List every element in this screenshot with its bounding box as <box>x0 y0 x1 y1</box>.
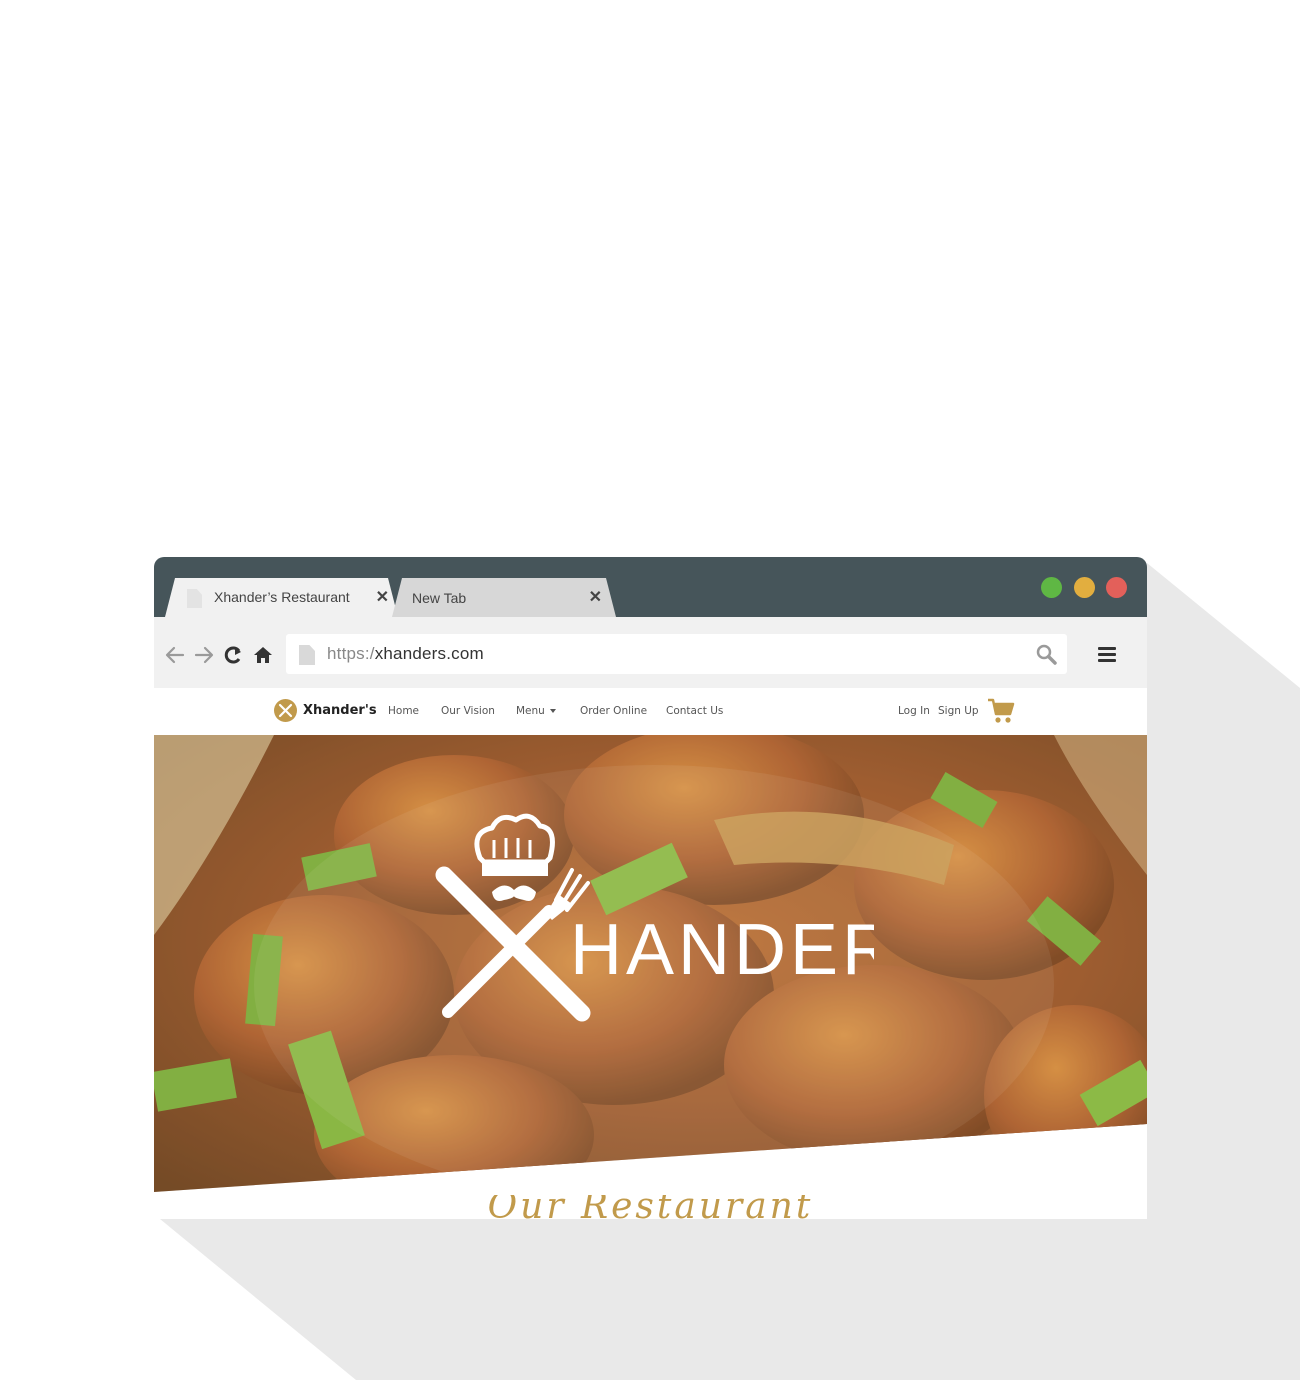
home-icon[interactable] <box>252 644 274 666</box>
nav-home[interactable]: Home <box>388 705 419 717</box>
brand-logo-icon <box>274 699 297 722</box>
caret-down-icon <box>549 709 556 713</box>
document-icon <box>187 589 202 608</box>
hero-xhanders-logo: HANDER’S <box>435 813 874 1022</box>
tab-new-tab[interactable]: New Tab ✕ <box>392 578 616 617</box>
back-arrow-icon[interactable] <box>164 644 186 666</box>
maximize-button[interactable] <box>1041 577 1062 598</box>
nav-contact-us[interactable]: Contact Us <box>666 705 723 717</box>
nav-our-vision[interactable]: Our Vision <box>441 705 495 717</box>
hero-logo-text: HANDER’S <box>570 910 874 990</box>
address-bar[interactable]: https:/xhanders.com <box>286 634 1067 674</box>
tab-title: Xhander’s Restaurant <box>214 589 350 605</box>
reload-icon[interactable] <box>222 644 244 666</box>
sign-up-link[interactable]: Sign Up <box>938 705 979 717</box>
log-in-link[interactable]: Log In <box>898 705 930 717</box>
close-tab-icon[interactable]: ✕ <box>376 587 389 607</box>
content-section: Our Restaurant <box>154 1195 1147 1219</box>
hero-banner: HANDER’S <box>154 735 1147 1192</box>
browser-toolbar: https:/xhanders.com <box>154 617 1147 688</box>
search-icon[interactable] <box>1035 643 1057 665</box>
section-title: Our Restaurant <box>487 1195 814 1219</box>
site-navbar: Xhander's Home Our Vision Menu Order Onl… <box>154 688 1147 735</box>
tab-xhanders-restaurant[interactable]: Xhander’s Restaurant ✕ <box>165 578 398 617</box>
nav-menu-dropdown[interactable]: Menu <box>516 705 556 717</box>
close-tab-icon[interactable]: ✕ <box>589 587 602 607</box>
hamburger-menu-icon[interactable] <box>1098 647 1116 663</box>
brand-name: Xhander's <box>303 703 377 718</box>
tab-title: New Tab <box>412 590 467 606</box>
page-icon <box>299 645 315 665</box>
chef-hat-icon <box>474 813 555 901</box>
forward-arrow-icon[interactable] <box>193 644 215 666</box>
shopping-cart-icon[interactable] <box>987 698 1015 724</box>
title-bar: Xhander’s Restaurant ✕ New Tab ✕ <box>154 557 1147 617</box>
minimize-button[interactable] <box>1074 577 1095 598</box>
nav-order-online[interactable]: Order Online <box>580 705 647 717</box>
url-text[interactable]: https:/xhanders.com <box>327 644 484 664</box>
browser-window: Xhander’s Restaurant ✕ New Tab ✕ https:/… <box>154 557 1147 1219</box>
close-window-button[interactable] <box>1106 577 1127 598</box>
